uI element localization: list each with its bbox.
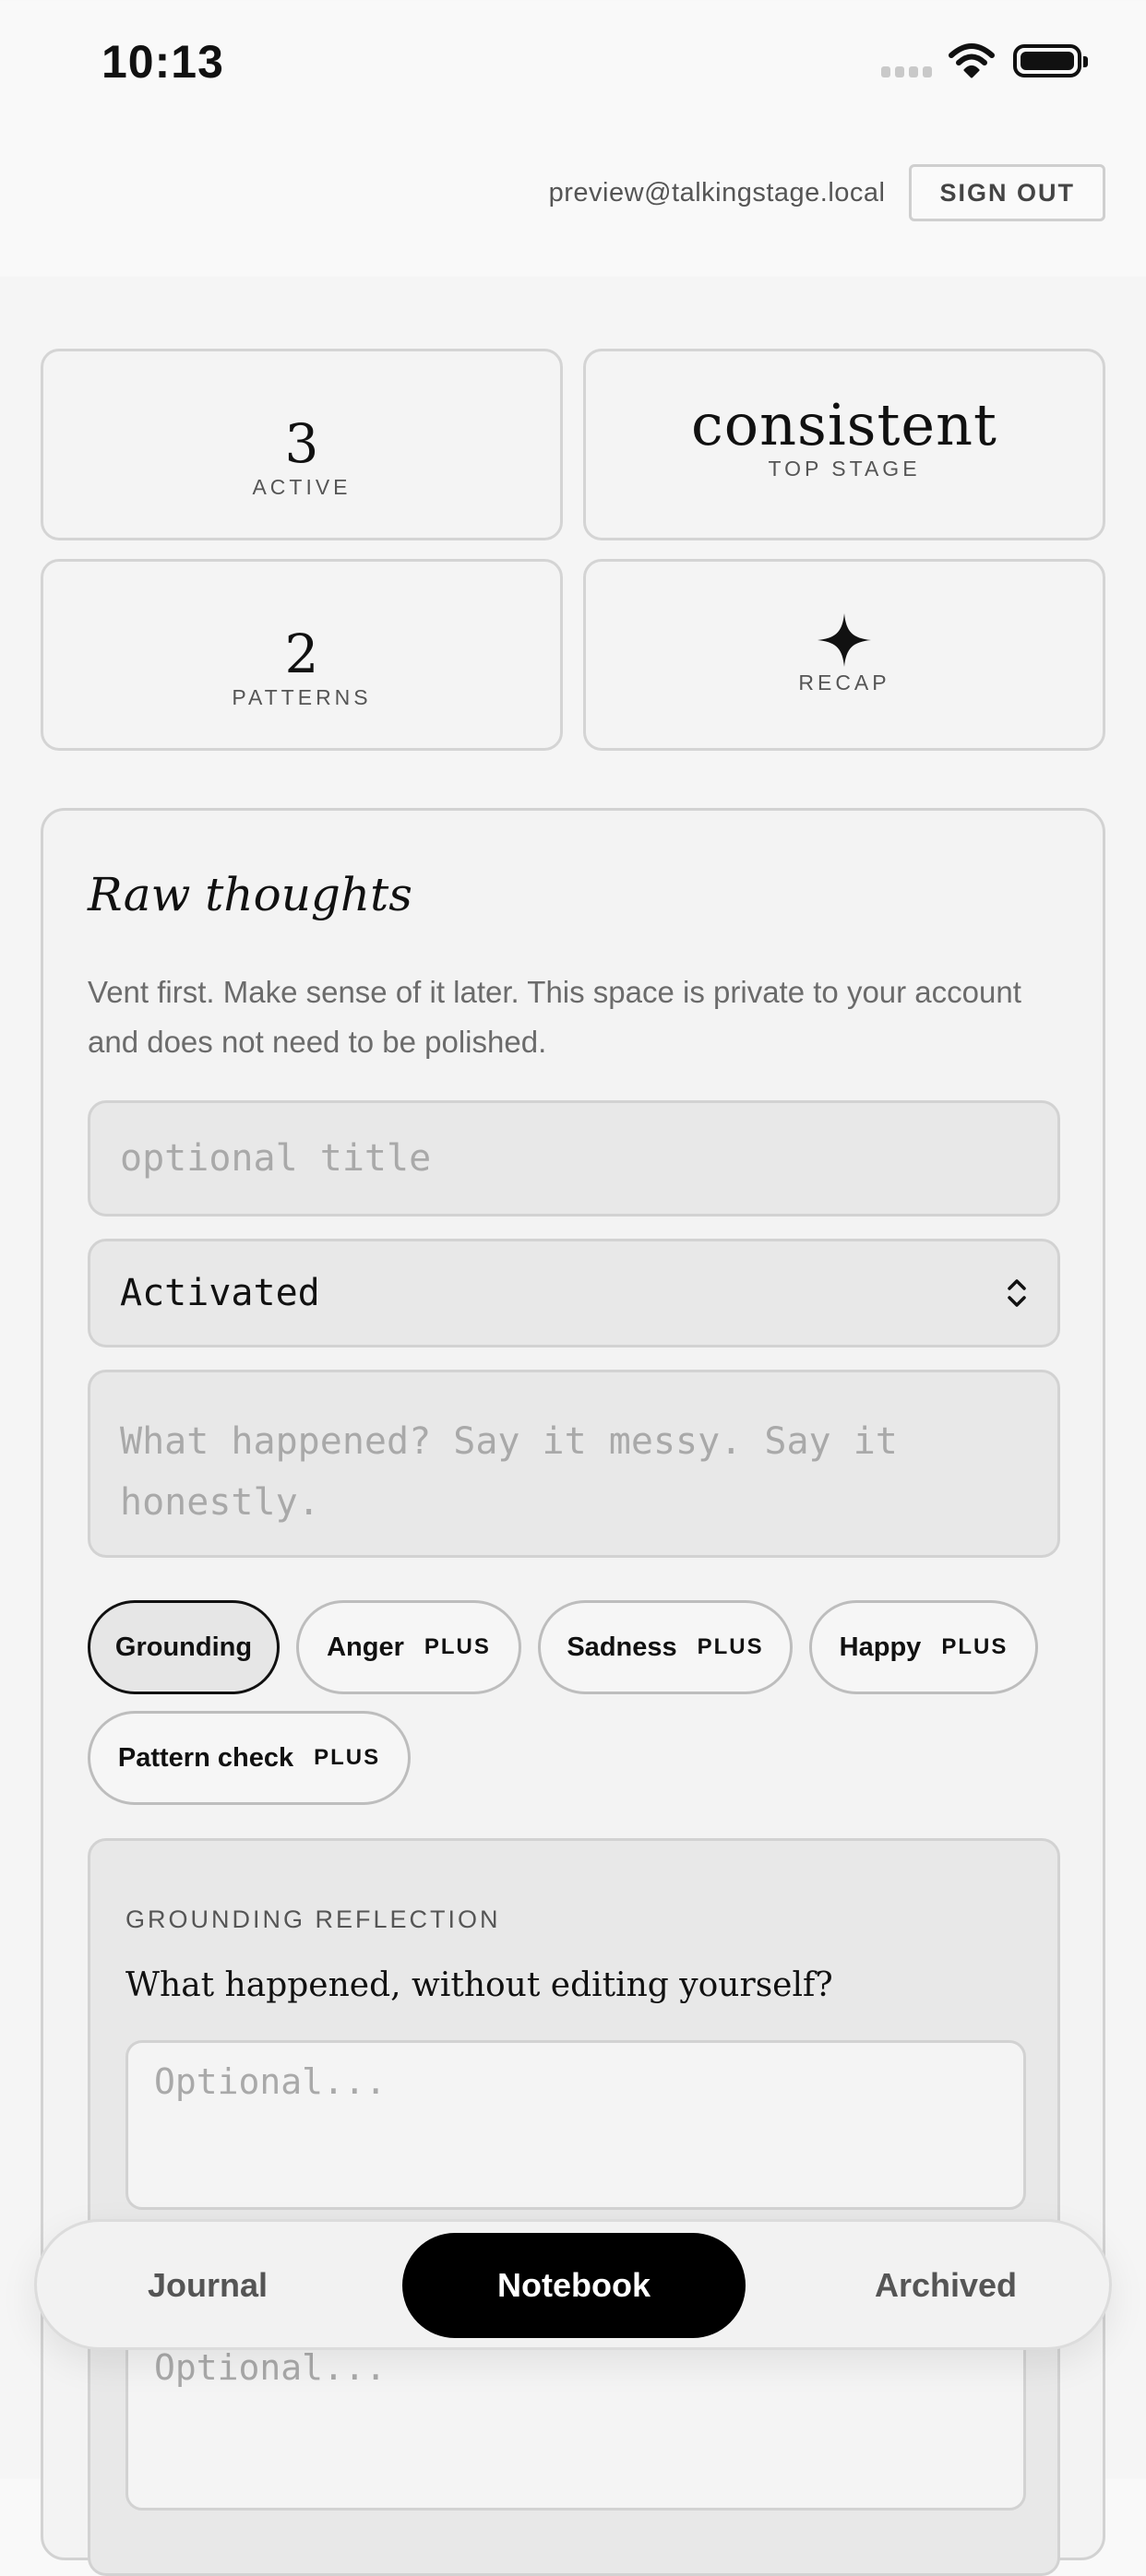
stat-active: 3 ACTIVE	[41, 349, 563, 540]
cellular-signal-icon	[881, 66, 932, 77]
reflection-answer-textarea[interactable]: Optional...	[125, 2040, 1026, 2210]
reflection-label: GROUNDING REFLECTION	[125, 1905, 501, 1933]
status-time: 10:13	[101, 36, 224, 88]
chip-anger-label: Anger	[327, 1632, 404, 1662]
stat-active-value: 3	[284, 412, 319, 475]
raw-thoughts-description: Vent first. Make sense of it later. This…	[88, 975, 1021, 1059]
tab-archived[interactable]: Archived	[830, 2233, 1061, 2338]
title-input[interactable]: optional title	[88, 1100, 1060, 1217]
plus-badge: PLUS	[314, 1745, 381, 1770]
chevron-up-down-icon	[1008, 1279, 1026, 1307]
chip-sadness-label: Sadness	[567, 1632, 677, 1662]
body-textarea[interactable]: What happened? Say it messy. Say it hone…	[88, 1370, 1060, 1558]
chip-happy[interactable]: Happy PLUS	[809, 1600, 1038, 1694]
recap-button[interactable]: RECAP	[583, 559, 1105, 751]
plus-badge: PLUS	[424, 1634, 491, 1659]
stat-patterns-value: 2	[284, 623, 319, 685]
raw-thoughts-heading: Raw thoughts	[88, 868, 412, 921]
stat-patterns: 2 PATTERNS	[41, 559, 563, 751]
stat-active-label: ACTIVE	[252, 475, 352, 499]
sign-out-button[interactable]: SIGN OUT	[909, 164, 1105, 221]
chip-anger[interactable]: Anger PLUS	[296, 1600, 521, 1694]
chip-sadness[interactable]: Sadness PLUS	[538, 1600, 793, 1694]
plus-badge: PLUS	[941, 1634, 1009, 1659]
status-bar: 10:13	[0, 0, 1146, 129]
sparkle-icon	[818, 613, 871, 667]
battery-icon	[1013, 44, 1088, 77]
bottom-tab-bar: Journal Notebook Archived	[34, 2219, 1112, 2350]
chip-grounding[interactable]: Grounding	[88, 1600, 280, 1694]
reflection-question: What happened, without editing yourself?	[125, 1966, 833, 2004]
stat-top-stage-value: consistent	[691, 391, 997, 458]
grounding-reflection-panel: GROUNDING REFLECTION What happened, with…	[88, 1838, 1060, 2576]
stat-top-stage-label: TOP STAGE	[768, 457, 921, 481]
tab-journal[interactable]: Journal	[92, 2233, 323, 2338]
wifi-icon	[949, 43, 995, 78]
stat-top-stage: consistent TOP STAGE	[583, 349, 1105, 540]
account-email: preview@talkingstage.local	[548, 177, 886, 208]
mood-select-value: Activated	[120, 1272, 320, 1314]
stat-patterns-label: PATTERNS	[232, 685, 372, 709]
plus-badge: PLUS	[697, 1634, 764, 1659]
chip-grounding-label: Grounding	[114, 1632, 253, 1662]
chip-happy-label: Happy	[839, 1632, 922, 1662]
chip-pattern-check-label: Pattern check	[117, 1742, 294, 1773]
chip-pattern-check[interactable]: Pattern check PLUS	[88, 1711, 411, 1805]
account-bar: preview@talkingstage.local SIGN OUT	[549, 164, 1105, 221]
mood-select[interactable]: Activated	[88, 1239, 1060, 1347]
recap-label: RECAP	[798, 671, 890, 694]
tab-notebook[interactable]: Notebook	[402, 2233, 746, 2338]
reflection-second-textarea[interactable]: Optional...	[125, 2326, 1026, 2511]
